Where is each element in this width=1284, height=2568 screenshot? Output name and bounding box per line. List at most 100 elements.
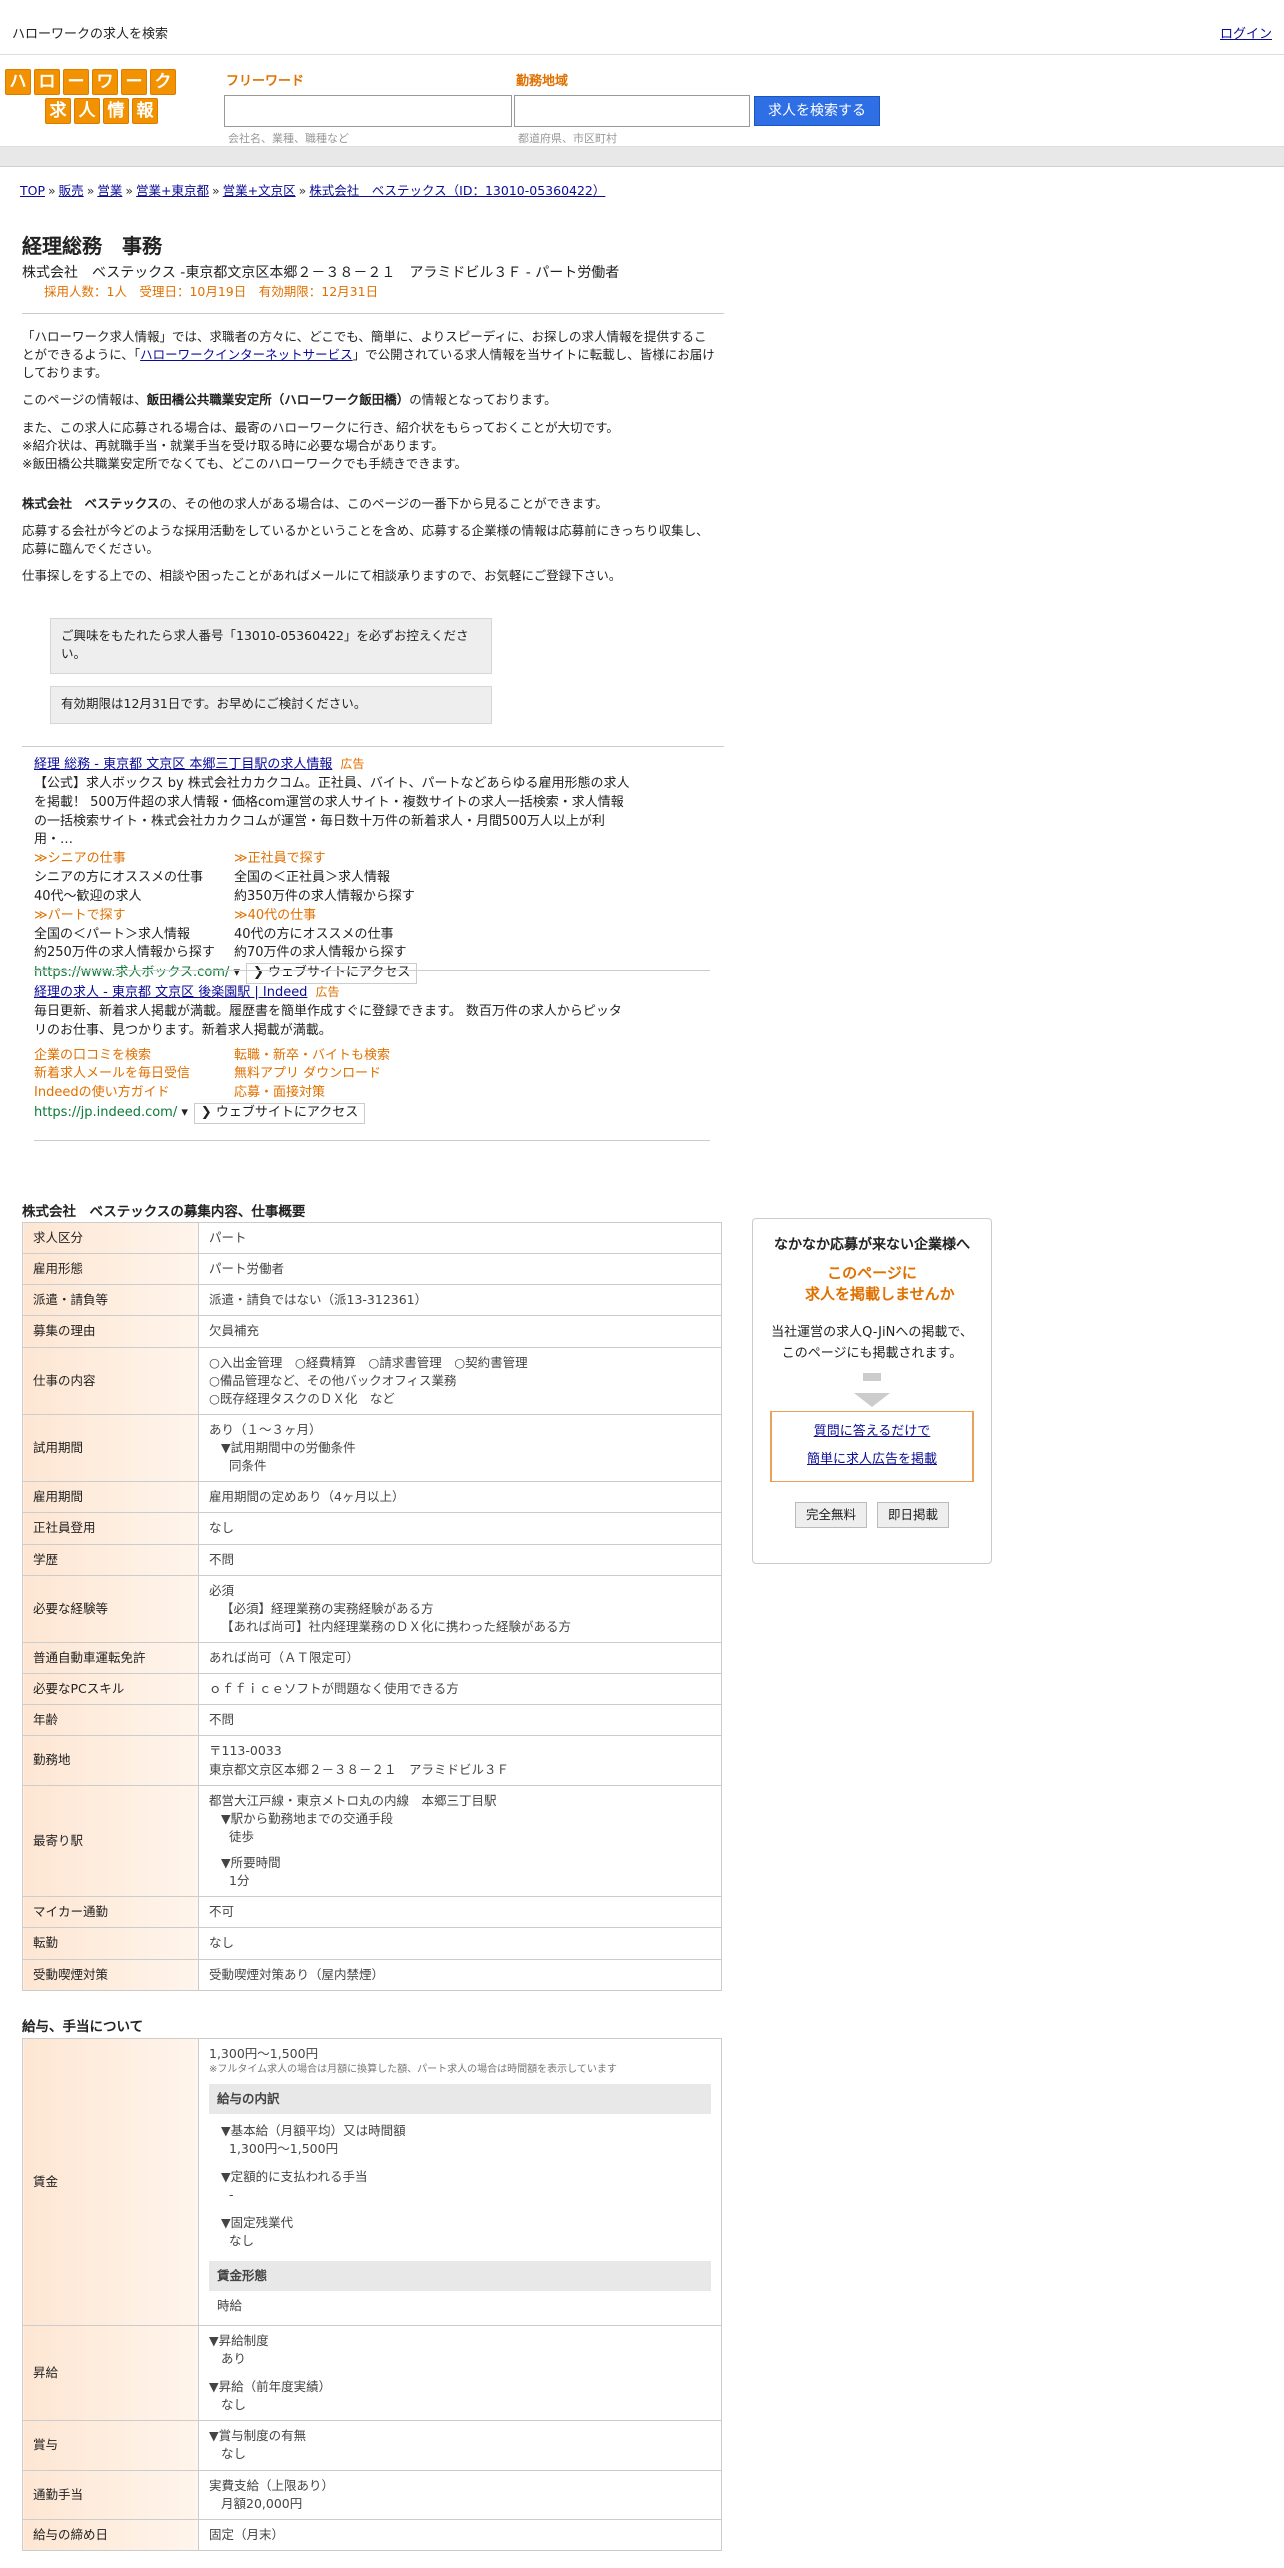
sameday-button[interactable]: 即日掲載	[877, 1502, 950, 1529]
summary-value: 不問	[198, 1543, 722, 1576]
pay-title: 給与、手当について	[22, 2019, 144, 2035]
intro-p2: このページの情報は、飯田橋公共職業安定所（ハローワーク飯田橋）の情報となっており…	[22, 392, 557, 408]
ad-sitelink[interactable]: ≫パートで探す 全国の＜パート＞求人情報 約250万件の求人情報から探す	[34, 907, 234, 964]
summary-row: 年齢 不問	[22, 1704, 722, 1737]
ad-title[interactable]: 経理 総務 - 東京都 文京区 本郷三丁目駅の求人情報	[34, 757, 332, 772]
hellowork-logo[interactable]: ハローワーク 求人情報	[5, 69, 181, 127]
summary-value-line: ○既存経理タスクのＤＸ化 など	[209, 1390, 395, 1406]
summary-value-line: 都営大江戸線・東京メトロ丸の内線 本郷三丁目駅	[209, 1792, 497, 1808]
summary-value: パート労働者	[198, 1253, 722, 1286]
summary-row: 仕事の内容 ○入出金管理 ○経費精算 ○請求書管理 ○契約書管理 ○備品管理など、そ…	[22, 1346, 722, 1415]
summary-value: 不問	[198, 1704, 722, 1737]
ad-tag: 広告	[315, 985, 340, 999]
pay-key: 通勤手当	[22, 2469, 199, 2520]
breadcrumb-separator: »	[298, 183, 307, 198]
summary-key: 必要なPCスキル	[22, 1673, 199, 1706]
ad-url[interactable]: https://www.求人ボックス.com/	[34, 965, 229, 980]
summary-value-line: 同条件	[229, 1458, 267, 1474]
ad-sitelink[interactable]: 転職・新卒・バイトも検索	[234, 1047, 434, 1066]
ad-sitelink[interactable]: 企業の口コミを検索	[34, 1047, 234, 1066]
visit-website-button[interactable]: ❯ ウェブサイトにアクセス	[246, 963, 418, 985]
ad-sitelink[interactable]: 新着求人メールを毎日受信	[34, 1065, 234, 1084]
area-label: 勤務地域	[516, 74, 569, 89]
summary-value: あれば尚可（ＡＴ限定可）	[198, 1641, 722, 1675]
ad-sitelink[interactable]: ≫正社員で探す 全国の＜正社員＞求人情報 約350万件の求人情報から探す	[234, 850, 434, 907]
site-description: ハローワークの求人を検索	[12, 27, 169, 42]
pay-table: 賃金 1,300円〜1,500円 ※フルタイム求人の場合は月額に換算した額、パー…	[22, 2038, 722, 2551]
divider	[22, 746, 724, 747]
visit-website-button[interactable]: ❯ ウェブサイトにアクセス	[193, 1103, 366, 1124]
summary-row: 受動喫煙対策 受動喫煙対策あり（屋内禁煙）	[22, 1958, 722, 1991]
ad-indeed: 経理の求人 - 東京都 文京区 後楽園駅 | Indeed 広告 毎日更新、新着求…	[34, 984, 714, 1124]
pay-key: 給与の締め日	[22, 2518, 199, 2551]
summary-row: 学歴 不問	[22, 1543, 722, 1576]
summary-key: 勤務地	[22, 1735, 199, 1786]
summary-key: 転勤	[22, 1927, 199, 1960]
summary-value-line: ▼所要時間	[221, 1855, 281, 1870]
summary-value: 〒113-0033 東京都文京区本郷２－３８－２１ アラミドビル３Ｆ	[198, 1735, 722, 1786]
login-link[interactable]: ログイン	[1220, 26, 1272, 45]
ad-title[interactable]: 経理の求人 - 東京都 文京区 後楽園駅 | Indeed	[34, 985, 307, 1000]
summary-value-line: パート	[209, 1230, 247, 1245]
summary-value-line: 受動喫煙対策あり（屋内禁煙）	[209, 1966, 385, 1982]
summary-value-line: なし	[209, 1935, 235, 1951]
summary-value: なし	[198, 1927, 722, 1960]
summary-value: なし	[198, 1512, 722, 1545]
summary-key: 求人区分	[22, 1221, 199, 1255]
breadcrumb-link[interactable]: 販売	[59, 183, 84, 198]
pay-value: ▼賞与制度の有無 なし	[198, 2420, 722, 2471]
breadcrumb-separator: »	[86, 183, 95, 198]
summary-title: 株式会社 ベステックスの募集内容、仕事概要	[22, 1204, 306, 1220]
ad-sitelink[interactable]: 無料アプリ ダウンロード	[234, 1065, 434, 1084]
summary-value: 都営大江戸線・東京メトロ丸の内線 本郷三丁目駅 ▼駅から勤務地までの交通手段 徒歩 ▼…	[198, 1784, 722, 1898]
logo-char: ハ	[5, 69, 31, 95]
logo-char: ー	[63, 69, 89, 95]
side-link-question[interactable]: 質問に答えるだけで	[814, 1424, 931, 1439]
breadcrumb-link[interactable]: 営業	[97, 183, 122, 198]
area-input[interactable]	[514, 95, 750, 127]
summary-row: 普通自動車運転免許 あれば尚可（ＡＴ限定可）	[22, 1641, 722, 1675]
breadcrumb-link[interactable]: 営業+文京区	[223, 183, 296, 198]
summary-row: 最寄り駅 都営大江戸線・東京メトロ丸の内線 本郷三丁目駅 ▼駅から勤務地までの交通手…	[22, 1784, 722, 1898]
ad-sitelink[interactable]: ≫40代の仕事 40代の方にオススメの仕事 約70万件の求人情報から探す	[234, 907, 434, 964]
ad-sitelink[interactable]: 応募・面接対策	[234, 1084, 434, 1103]
summary-value-line: 1分	[229, 1873, 250, 1889]
ad-kyujinbox: 経理 総務 - 東京都 文京区 本郷三丁目駅の求人情報 広告 【公式】求人ボックス…	[34, 756, 714, 985]
summary-value-line: 東京都文京区本郷２－３８－２１ アラミドビル３Ｆ	[209, 1761, 510, 1777]
summary-row: 雇用形態 パート労働者	[22, 1253, 722, 1286]
summary-row: 正社員登用 なし	[22, 1512, 722, 1545]
summary-value-line: あれば尚可（ＡＴ限定可）	[209, 1650, 360, 1665]
pay-key: 賃金	[22, 2038, 199, 2326]
intro-p6: 仕事探しをする上での、相談や困ったことがあればメールにて相談承りますので、お気軽…	[22, 568, 622, 584]
job-number-notice: ご興味をもたれたら求人番号「13010-05360422」を必ずお控えください。	[50, 618, 492, 674]
pay-value: 1,300円〜1,500円 ※フルタイム求人の場合は月額に換算した額、パート求人…	[198, 2038, 722, 2326]
summary-value: 雇用期間の定めあり（4ヶ月以上）	[198, 1481, 722, 1514]
breadcrumb-link[interactable]: TOP	[20, 183, 45, 198]
intro-p5: 応募する会社が今どのような採用活動をしているかということを含め、応募する企業様の…	[22, 523, 709, 557]
breadcrumb-link[interactable]: 株式会社 ベステックス（ID：13010-05360422）	[309, 183, 605, 198]
summary-value-line: 【必須】経理業務の実務経験がある方	[221, 1600, 434, 1616]
search-button[interactable]: 求人を検索する	[754, 96, 880, 126]
summary-value-line: ○入出金管理 ○経費精算 ○請求書管理 ○契約書管理	[209, 1354, 528, 1370]
summary-row: 募集の理由 欠員補充	[22, 1315, 722, 1348]
side-catch: このページに 求人を掲載しませんか	[805, 1264, 955, 1304]
freeword-input[interactable]	[224, 95, 512, 127]
breadcrumb-link[interactable]: 営業+東京都	[136, 183, 209, 198]
ad-sitelink[interactable]: Indeedの使い方ガイド	[34, 1084, 234, 1103]
ad-sitelink[interactable]: ≫シニアの仕事 シニアの方にオススメの仕事 40代～歓迎の求人	[34, 850, 234, 907]
breadcrumb-separator: »	[125, 183, 134, 198]
intro-text: 「ハローワーク求人情報」では、求職者の方々に、どこでも、簡単に、よりスピーディに…	[22, 328, 718, 594]
pay-key: 賞与	[22, 2420, 199, 2471]
side-description: 当社運営の求人Q-JiNへの掲載で、 このページにも掲載されます。	[771, 1325, 973, 1362]
hellowork-internet-link[interactable]: ハローワークインターネットサービス	[140, 347, 353, 362]
side-link-post[interactable]: 簡単に求人広告を掲載	[807, 1452, 937, 1467]
summary-value: 欠員補充	[198, 1315, 722, 1348]
ad-url[interactable]: https://jp.indeed.com/	[34, 1105, 177, 1120]
ad-description: 毎日更新、新着求人掲載が満載。履歴書を簡単作成すぐに登録できます。 数百万件の求…	[34, 1003, 622, 1038]
intro-p4: 株式会社 ベステックスの、その他の求人がある場合は、このページの一番下から見るこ…	[22, 495, 608, 511]
divider	[22, 313, 724, 314]
free-button[interactable]: 完全無料	[794, 1502, 867, 1529]
breadcrumb: TOP» 販売» 営業» 営業+東京都» 営業+文京区» 株式会社 ベステックス（ID：1…	[20, 182, 605, 200]
summary-key: 募集の理由	[22, 1315, 199, 1348]
summary-value-line: 雇用期間の定めあり（4ヶ月以上）	[209, 1489, 405, 1505]
